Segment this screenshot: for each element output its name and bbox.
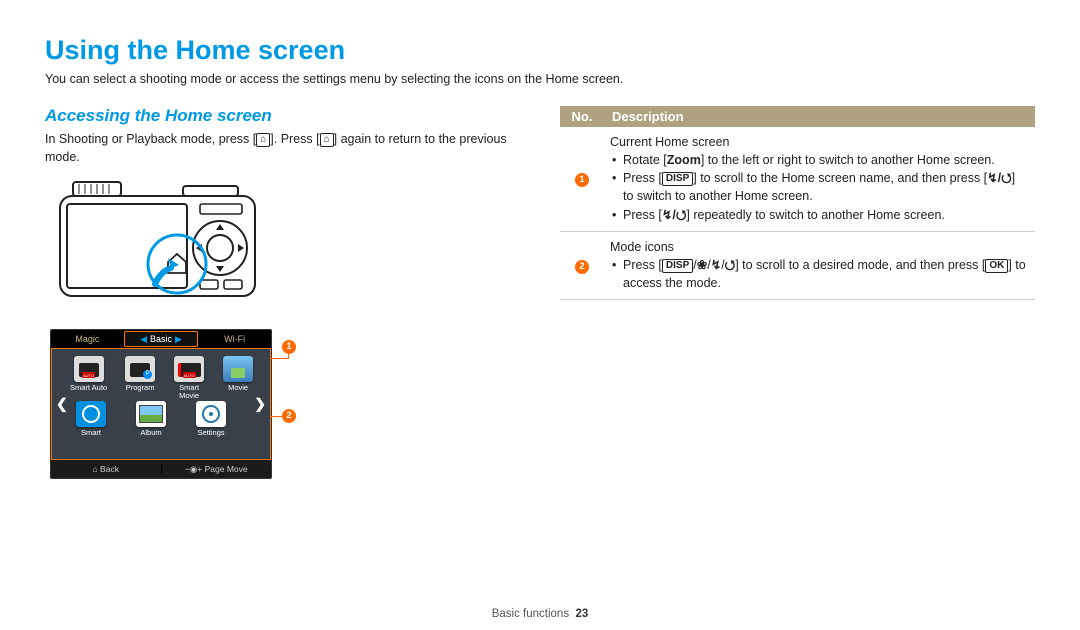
intro-text: You can select a shooting mode or access… [45,72,1035,86]
mode-icon-grid: ❮ ❯ Smart Auto Program Smart Movie Movie… [51,348,271,460]
callout-1-marker: 1 [282,340,296,354]
row-num-2: 2 [575,260,589,274]
mode-movie[interactable]: Movie [223,356,253,400]
description-table: No. Description 1 Current Home screen Ro… [560,106,1035,300]
mode-album[interactable]: Album [130,401,172,437]
disp-icon: DISP [662,259,693,273]
desc-part: In Shooting or Playback mode, press [ [45,132,256,146]
page-title: Using the Home screen [45,35,1035,66]
row2-title: Mode icons [610,238,1029,256]
mode-program[interactable]: Program [125,356,155,400]
mode-smart-movie[interactable]: Smart Movie [173,356,205,400]
table-row: 1 Current Home screen Rotate [Zoom] to t… [560,127,1035,231]
footer-page-number: 23 [575,608,588,620]
table-header-desc: Description [604,106,1035,127]
tab-wifi[interactable]: Wi-Fi [198,334,271,344]
disp-icon: DISP [662,172,693,186]
row1-bullet2: Press [DISP] to scroll to the Home scree… [612,169,1029,205]
chevron-right-icon: ▶ [175,334,182,345]
tab-magic[interactable]: Magic [51,334,124,344]
ok-icon: OK [985,259,1008,273]
flash-icon: ↯ [711,258,721,272]
table-header-no: No. [560,106,604,127]
section-heading: Accessing the Home screen [45,106,520,126]
home-screen-footer: ⌂ Back −◉+ Page Move [51,460,271,478]
row1-title: Current Home screen [610,133,1029,151]
nav-left-icon[interactable]: ❮ [56,396,68,413]
macro-icon: ❀ [697,258,707,272]
tab-bar: Magic ◀ Basic ▶ Wi-Fi [51,330,271,348]
home-icon: ⌂ [320,133,334,147]
table-row: 2 Mode icons Press [DISP/❀/↯/⭯] to scrol… [560,231,1035,299]
nav-right-icon[interactable]: ❯ [254,396,266,413]
flash-timer-icon: ↯/⭯ [662,208,687,222]
mode-smart[interactable]: Smart [70,401,112,437]
mode-smart-auto[interactable]: Smart Auto [70,356,107,400]
camera-illustration [55,176,520,311]
callout-2-marker: 2 [282,409,296,423]
mode-settings[interactable]: Settings [190,401,232,437]
row-num-1: 1 [575,173,589,187]
footer-page-move[interactable]: −◉+ Page Move [162,464,272,475]
footer-section: Basic functions [492,608,569,620]
callout-line [270,358,289,359]
tab-basic[interactable]: ◀ Basic ▶ [124,331,199,347]
row1-bullet3: Press [↯/⭯] repeatedly to switch to anot… [612,206,1029,224]
home-screen-ui: Magic ◀ Basic ▶ Wi-Fi ❮ ❯ Smart Auto Pro… [50,329,272,479]
section-desc: In Shooting or Playback mode, press [⌂].… [45,130,520,166]
chevron-left-icon: ◀ [140,334,147,345]
row1-bullet1: Rotate [Zoom] to the left or right to sw… [612,151,1029,169]
footer-back[interactable]: ⌂ Back [51,464,162,474]
row2-bullet1: Press [DISP/❀/↯/⭯] to scroll to a desire… [612,256,1029,292]
home-icon: ⌂ [256,133,270,147]
page-footer: Basic functions 23 [0,608,1080,620]
timer-icon: ⭯ [725,258,736,272]
flash-timer-icon: ↯/⭯ [987,171,1012,185]
desc-part: ]. Press [ [270,132,319,146]
home-icon: ⌂ [93,464,98,474]
tab-label: Basic [150,334,172,344]
